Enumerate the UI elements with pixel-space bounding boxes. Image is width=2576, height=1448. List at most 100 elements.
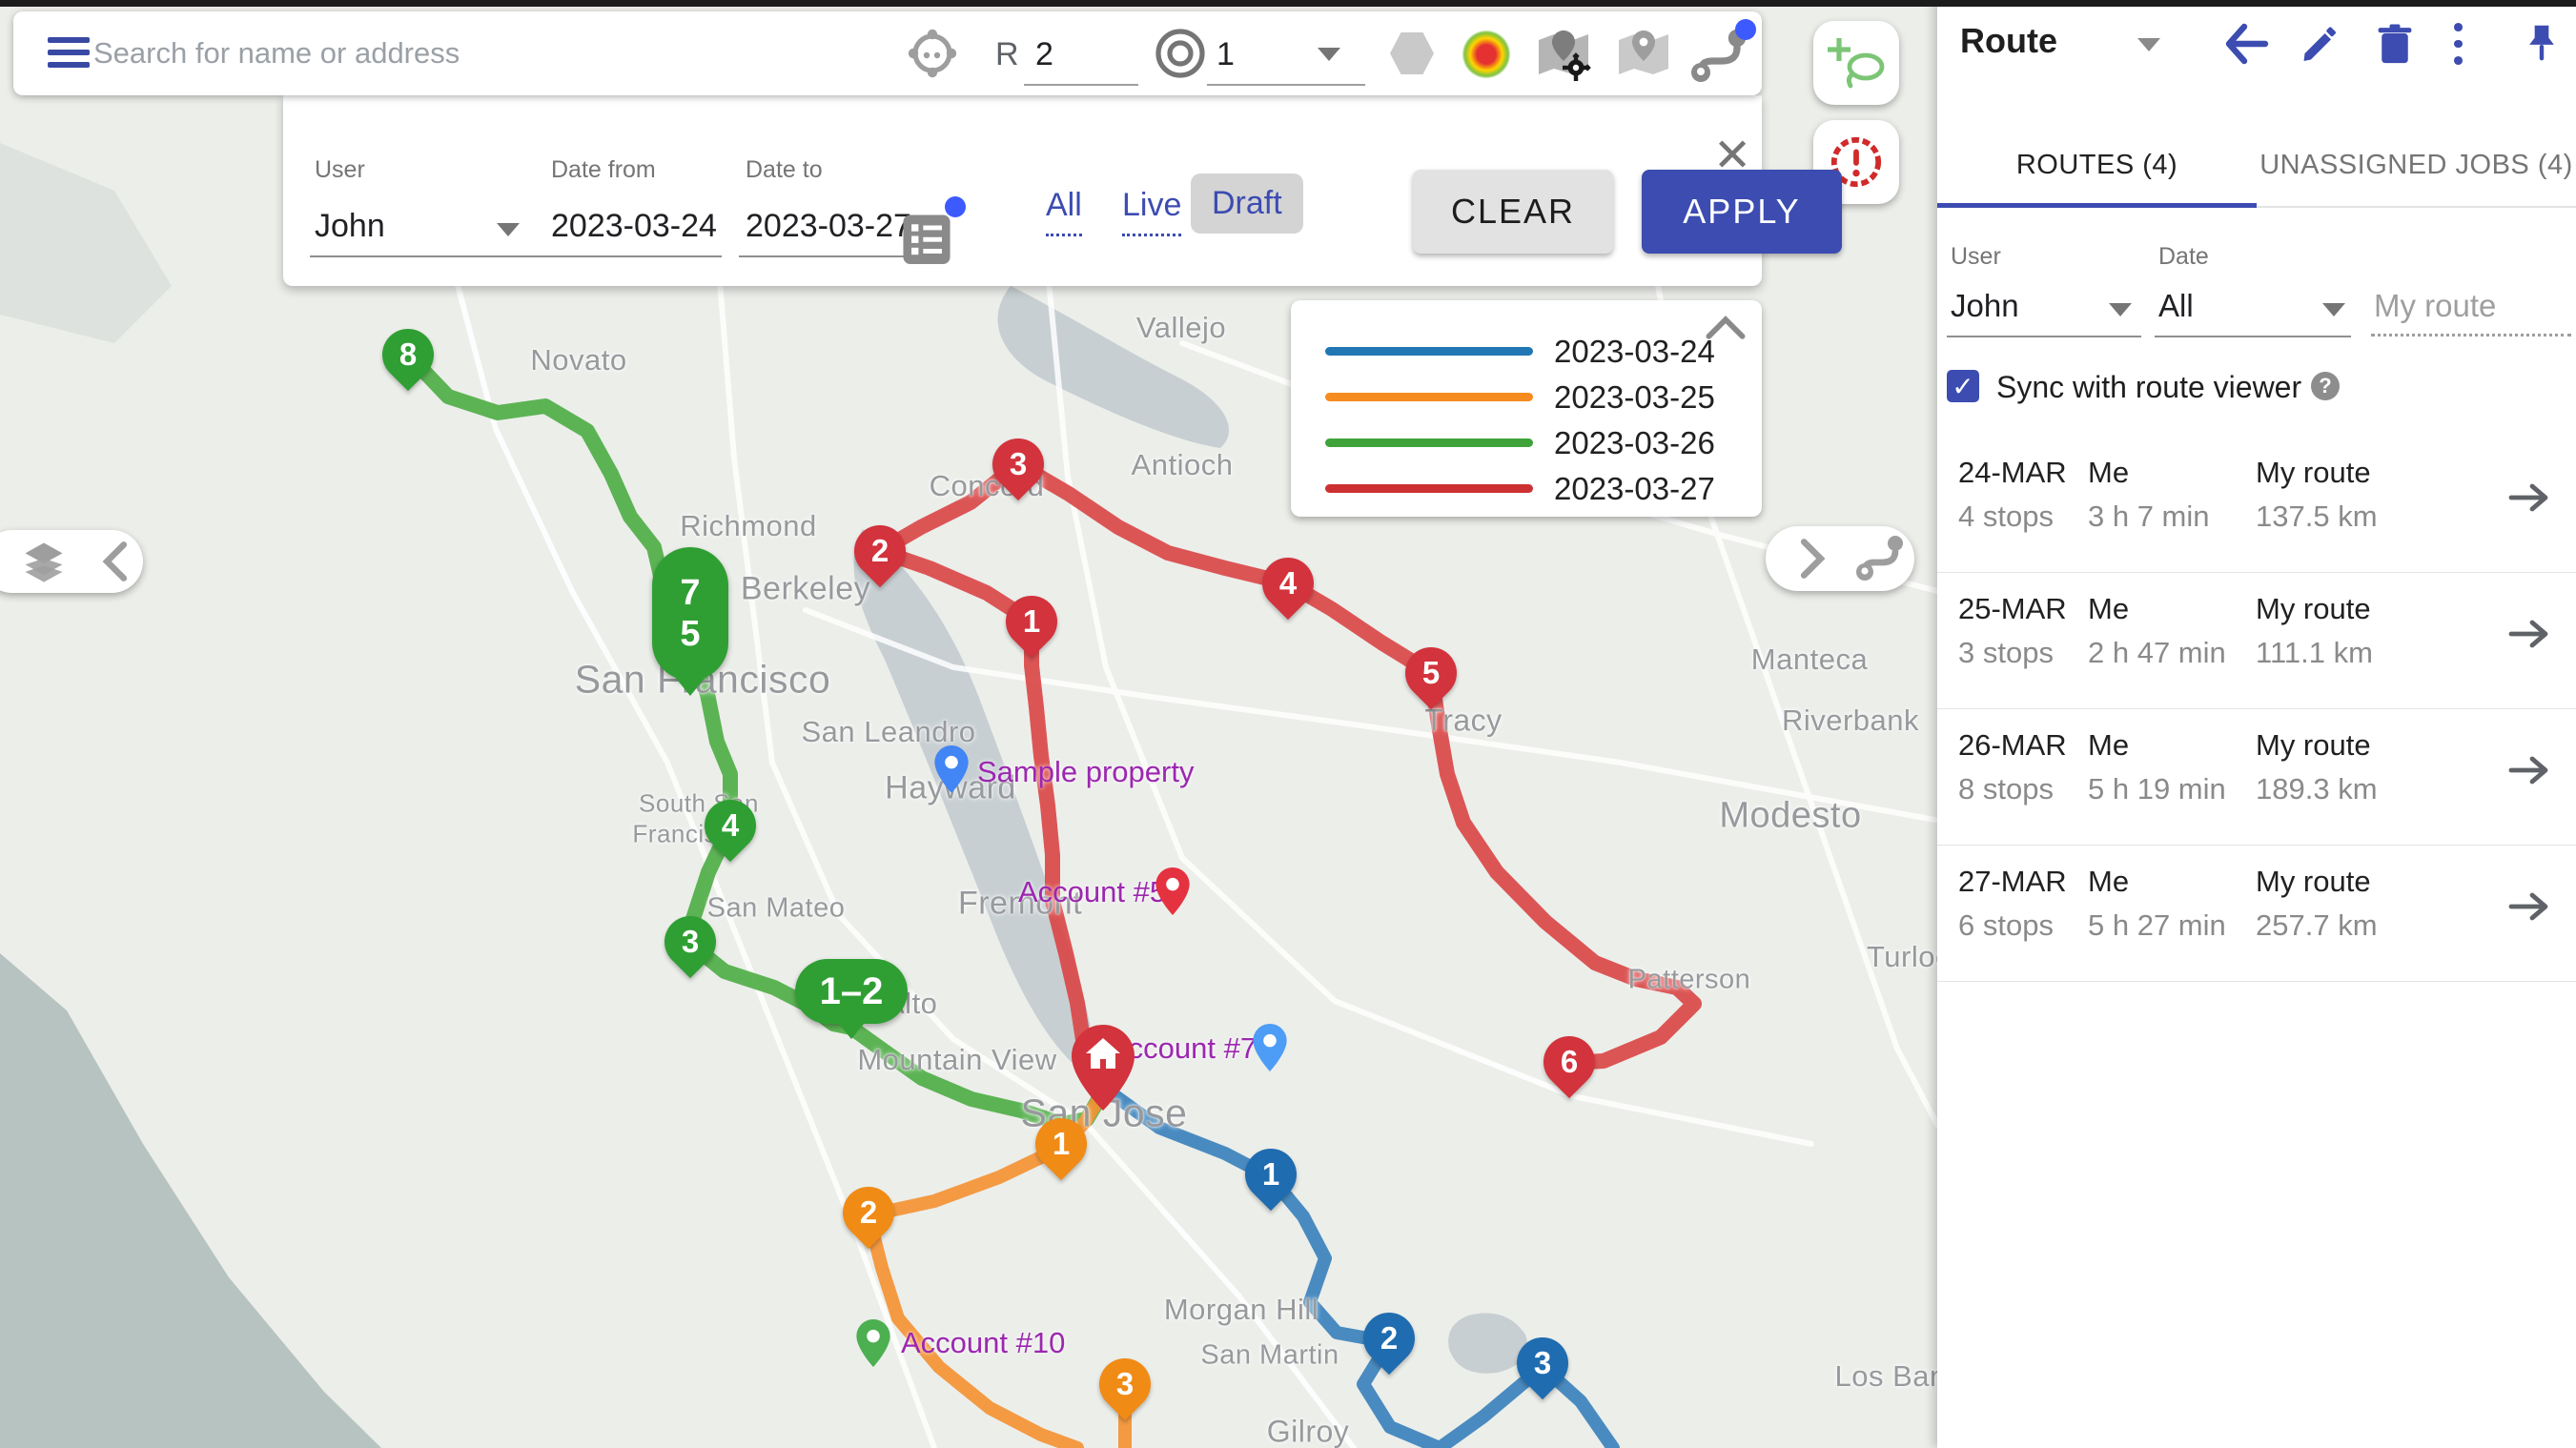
stop-marker[interactable]: 2: [1353, 1302, 1425, 1375]
map-settings-icon[interactable]: [1535, 27, 1592, 82]
stop-marker[interactable]: 3: [654, 906, 726, 978]
property-pin[interactable]: [934, 745, 969, 798]
map-city-label: Los Banos: [1835, 1359, 1938, 1394]
top-toolbar: R 2 1: [13, 11, 1762, 95]
date-to-value[interactable]: 2023-03-27: [746, 208, 911, 245]
route-name: My route: [2256, 865, 2371, 899]
open-route-arrow-icon[interactable]: [2507, 891, 2549, 922]
stop-marker[interactable]: 3: [1506, 1327, 1579, 1399]
toggle-draft[interactable]: Draft: [1191, 173, 1303, 234]
locate-icon[interactable]: [906, 27, 959, 80]
toggle-live[interactable]: Live: [1122, 187, 1181, 236]
map-city-label: Modesto: [1719, 796, 1861, 837]
stop-cluster-marker[interactable]: 7 5: [652, 547, 728, 681]
map-city-label: Gilroy: [1267, 1415, 1350, 1448]
sb-user-caret[interactable]: [2109, 303, 2132, 316]
sync-checkbox[interactable]: ✓: [1947, 370, 1979, 402]
open-route-arrow-icon[interactable]: [2507, 755, 2549, 785]
stop-marker[interactable]: 2: [832, 1176, 905, 1249]
user-filter-value[interactable]: John: [315, 208, 385, 245]
stop-marker[interactable]: 6: [1533, 1026, 1605, 1098]
open-route-arrow-icon[interactable]: [2507, 619, 2549, 649]
help-icon[interactable]: ?: [2311, 372, 2340, 400]
stop-cluster-marker[interactable]: 1–2: [795, 959, 908, 1024]
stop-marker[interactable]: 2: [844, 515, 916, 587]
stop-marker[interactable]: 1: [995, 585, 1068, 658]
map-city-label: Berkeley: [741, 571, 870, 608]
stop-marker[interactable]: 8: [372, 318, 444, 391]
chevron-up-icon[interactable]: [1705, 314, 1747, 342]
layers-panel-toggle[interactable]: [0, 530, 143, 593]
legend-date-label: 2023-03-25: [1554, 379, 1715, 416]
search-input[interactable]: [93, 11, 894, 95]
chevron-left-icon: [101, 540, 130, 582]
legend-item[interactable]: 2023-03-27: [1291, 466, 1762, 511]
date-from-value[interactable]: 2023-03-24: [551, 208, 717, 245]
stop-marker[interactable]: 3: [1089, 1348, 1161, 1420]
delete-icon[interactable]: [2372, 23, 2418, 65]
home-marker[interactable]: [1072, 1025, 1135, 1115]
route-date: 26-MAR: [1958, 728, 2067, 763]
sb-route-name-input[interactable]: My route: [2374, 288, 2496, 324]
toggle-all[interactable]: All: [1046, 187, 1082, 236]
radius-label: R: [995, 36, 1019, 73]
map-markers-icon[interactable]: [1615, 27, 1672, 82]
stop-marker[interactable]: 1: [1235, 1138, 1307, 1211]
stop-marker[interactable]: 3: [982, 428, 1054, 500]
territory-icon[interactable]: [1390, 32, 1434, 74]
heatmap-icon[interactable]: [1462, 31, 1510, 78]
edit-icon[interactable]: [2298, 23, 2343, 65]
stop-marker[interactable]: 4: [1252, 547, 1324, 620]
stop-marker[interactable]: 1: [1025, 1108, 1097, 1180]
route-stops: 6 stops: [1958, 908, 2054, 943]
stop-marker[interactable]: 4: [694, 789, 767, 862]
tab-unassigned-jobs[interactable]: UNASSIGNED JOBS (4): [2257, 124, 2576, 206]
stop-marker[interactable]: 5: [1395, 637, 1467, 709]
close-icon[interactable]: ✕: [1713, 133, 1751, 179]
cluster-input[interactable]: 1: [1216, 36, 1235, 73]
legend-item[interactable]: 2023-03-25: [1291, 375, 1762, 419]
property-pin[interactable]: [1253, 1024, 1287, 1076]
map-city-label: Turlock: [1867, 940, 1937, 974]
map-city-label: Tracy: [1424, 704, 1502, 739]
legend-item[interactable]: 2023-03-26: [1291, 420, 1762, 465]
panel-title[interactable]: Route: [1960, 21, 2057, 61]
route-row[interactable]: 27-MARMeMy route6 stops5 h 27 min257.7 k…: [1937, 846, 2576, 982]
route-sidebar: Route ROUTES (4) UNASSIGNED JOBS (4) Use…: [1937, 0, 2576, 1448]
sb-user-value[interactable]: John: [1951, 288, 2019, 324]
map-city-label: Novato: [530, 343, 626, 377]
lasso-select-button[interactable]: [1813, 21, 1899, 105]
notification-dot: [1735, 19, 1756, 40]
pin-panel-icon[interactable]: [2519, 23, 2565, 65]
menu-button[interactable]: [48, 37, 90, 68]
route-row[interactable]: 26-MARMeMy route8 stops5 h 19 min189.3 k…: [1937, 709, 2576, 846]
open-route-arrow-icon[interactable]: [2507, 482, 2549, 513]
map-canvas[interactable]: VacavilleNovatoVallejoAntiochConcordRich…: [0, 0, 1937, 1448]
sb-date-value[interactable]: All: [2158, 288, 2194, 324]
cluster-dropdown-caret[interactable]: [1318, 48, 1340, 61]
route-row[interactable]: 25-MARMeMy route3 stops2 h 47 min111.1 k…: [1937, 573, 2576, 709]
legend-item[interactable]: 2023-03-24: [1291, 329, 1762, 374]
route-stops: 3 stops: [1958, 636, 2054, 670]
legend-date-label: 2023-03-27: [1554, 471, 1715, 507]
panel-dropdown-caret[interactable]: [2137, 38, 2160, 51]
sb-date-caret[interactable]: [2322, 303, 2345, 316]
route-icon: [1855, 534, 1909, 583]
route-row[interactable]: 24-MARMeMy route4 stops3 h 7 min137.5 km: [1937, 437, 2576, 573]
back-arrow-icon[interactable]: [2223, 23, 2269, 65]
route-user: Me: [2088, 865, 2129, 899]
route-panel-toggle[interactable]: [1766, 526, 1914, 591]
route-date: 27-MAR: [1958, 865, 2067, 899]
saved-filters-icon[interactable]: [901, 210, 952, 267]
route-legend: 2023-03-24 2023-03-25 2023-03-26 2023-03-27: [1291, 300, 1762, 517]
clear-button[interactable]: CLEAR: [1413, 170, 1613, 254]
property-pin[interactable]: [1155, 867, 1190, 920]
apply-button[interactable]: APPLY: [1642, 170, 1842, 254]
property-label: Sample property: [977, 755, 1194, 789]
more-options-icon[interactable]: [2452, 23, 2464, 65]
radius-input[interactable]: 2: [1035, 36, 1053, 73]
user-dropdown-caret[interactable]: [497, 223, 520, 236]
property-pin[interactable]: [856, 1319, 890, 1372]
tab-routes[interactable]: ROUTES (4): [1937, 124, 2257, 206]
map-city-label: San Mateo: [707, 893, 846, 925]
